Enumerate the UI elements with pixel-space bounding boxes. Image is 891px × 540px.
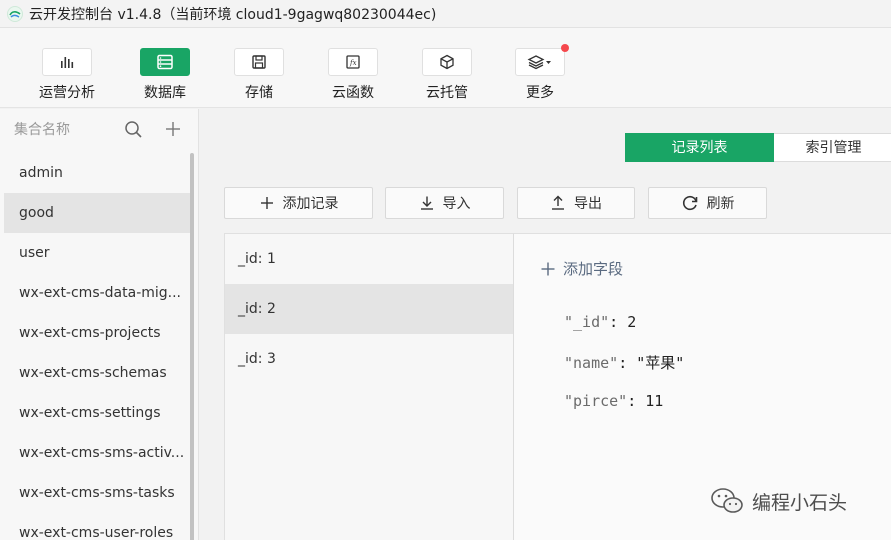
collection-item[interactable]: wx-ext-cms-user-roles <box>4 513 190 540</box>
watermark-text: 编程小石头 <box>752 491 848 514</box>
toolbar-hosting-button[interactable]: 云托管 <box>415 48 479 104</box>
field-row[interactable]: "pirce": 11 <box>564 392 663 410</box>
field-value[interactable]: "苹果" <box>636 354 684 372</box>
toolbar-analytics-label: 运营分析 <box>39 85 95 101</box>
field-key: "_id" <box>564 313 610 331</box>
plus-icon <box>260 197 273 209</box>
toolbar-storage-button[interactable]: 存储 <box>227 48 291 104</box>
title-bar: 云开发控制台 v1.4.8（当前环境 cloud1-9gagwq80230044… <box>0 0 891 28</box>
collection-item[interactable]: admin <box>4 153 190 193</box>
database-icon <box>157 54 173 70</box>
record-list: _id: 1 _id: 2 _id: 3 <box>224 233 514 540</box>
function-icon: fx <box>346 55 360 69</box>
search-icon[interactable] <box>124 120 143 139</box>
toolbar-more-label: 更多 <box>526 85 554 101</box>
main-panel: 记录列表 索引管理 添加记录 导入 导出 刷新 _id: 1 _id: 2 _i… <box>200 109 891 540</box>
collection-item[interactable]: wx-ext-cms-sms-activ... <box>4 433 190 473</box>
collection-item[interactable]: wx-ext-cms-projects <box>4 313 190 353</box>
collection-item[interactable]: wx-ext-cms-schemas <box>4 353 190 393</box>
window-title: 云开发控制台 v1.4.8（当前环境 cloud1-9gagwq80230044… <box>29 6 437 23</box>
export-label: 导出 <box>574 196 602 212</box>
sidebar-scrollbar[interactable] <box>190 153 194 540</box>
toolbar-analytics-button[interactable]: 运营分析 <box>35 48 99 104</box>
add-record-button[interactable]: 添加记录 <box>224 187 373 219</box>
refresh-button[interactable]: 刷新 <box>648 187 767 219</box>
add-collection-icon[interactable] <box>164 120 182 138</box>
field-key: "name" <box>564 354 619 372</box>
layers-icon <box>527 55 551 70</box>
toolbar-functions-label: 云函数 <box>332 85 374 101</box>
collection-search-bar[interactable]: 集合名称 <box>0 109 198 149</box>
import-label: 导入 <box>442 196 471 212</box>
cube-icon <box>440 54 454 70</box>
plus-icon <box>541 262 555 275</box>
download-icon <box>420 196 433 210</box>
toolbar-hosting-label: 云托管 <box>426 85 468 101</box>
refresh-label: 刷新 <box>706 196 735 212</box>
watermark: 编程小石头 <box>710 487 847 515</box>
add-record-label: 添加记录 <box>282 196 339 212</box>
record-item[interactable]: _id: 3 <box>225 334 513 384</box>
main-toolbar: 运营分析 数据库 存储 fx 云函数 云托管 更多 <box>0 28 891 108</box>
collection-item[interactable]: wx-ext-cms-settings <box>4 393 190 433</box>
toolbar-storage-label: 存储 <box>245 85 273 101</box>
collection-item[interactable]: good <box>4 193 190 233</box>
export-button[interactable]: 导出 <box>517 187 635 219</box>
field-key: "pirce" <box>564 392 628 410</box>
collection-list: admin good user wx-ext-cms-data-mig... w… <box>4 153 190 540</box>
field-row[interactable]: "_id": 2 <box>564 313 636 331</box>
app-logo-icon <box>7 5 23 22</box>
toolbar-database-label: 数据库 <box>144 85 186 101</box>
add-field-button[interactable]: 添加字段 <box>540 258 623 279</box>
add-field-label: 添加字段 <box>563 260 624 278</box>
collection-item[interactable]: wx-ext-cms-sms-tasks <box>4 473 190 513</box>
toolbar-functions-button[interactable]: fx 云函数 <box>321 48 385 104</box>
collection-item[interactable]: user <box>4 233 190 273</box>
collection-item[interactable]: wx-ext-cms-data-mig... <box>4 273 190 313</box>
tab-record-list[interactable]: 记录列表 <box>625 133 774 162</box>
save-icon <box>252 55 266 69</box>
view-tabs: 记录列表 索引管理 <box>625 133 891 162</box>
upload-icon <box>552 195 564 210</box>
toolbar-database-button[interactable]: 数据库 <box>133 48 197 104</box>
field-value[interactable]: 2 <box>627 313 636 331</box>
record-item[interactable]: _id: 2 <box>225 284 513 334</box>
toolbar-more-button[interactable]: 更多 <box>508 44 572 104</box>
import-button[interactable]: 导入 <box>385 187 504 219</box>
field-row[interactable]: "name": "苹果" <box>564 352 684 373</box>
collection-sidebar: 集合名称 admin good user wx-ext-cms-data-mig… <box>0 109 199 540</box>
wechat-icon <box>711 488 743 513</box>
refresh-icon <box>682 195 697 211</box>
bar-chart-icon <box>61 57 74 68</box>
field-value[interactable]: 11 <box>645 392 663 410</box>
notification-badge <box>561 44 569 52</box>
tab-index-management[interactable]: 索引管理 <box>774 133 891 162</box>
svg-text:fx: fx <box>349 59 357 67</box>
collection-search-input[interactable]: 集合名称 <box>14 119 70 139</box>
record-item[interactable]: _id: 1 <box>225 234 513 284</box>
